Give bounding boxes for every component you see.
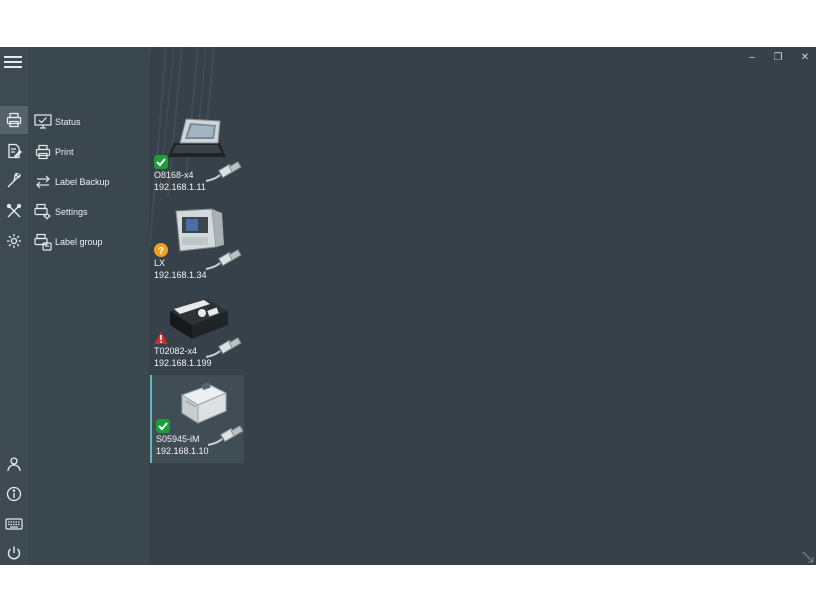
device-ip: 192.168.1.10: [156, 446, 209, 456]
user-icon: [7, 457, 21, 472]
rail-label-edit-button[interactable]: [0, 137, 28, 165]
ethernet-cable-image: [206, 249, 242, 270]
info-icon: [6, 486, 22, 502]
ethernet-cable-image: [206, 337, 242, 358]
device-tile-s05945[interactable]: S05945-iM 192.168.1.10: [150, 375, 244, 463]
svg-text:?: ?: [158, 246, 164, 257]
rail-tools-button[interactable]: [0, 197, 28, 225]
rail-wrench-button[interactable]: [0, 167, 28, 195]
printer-icon: [6, 112, 22, 128]
menu-item-label: Print: [55, 147, 74, 157]
device-ip: 192.168.1.11: [154, 182, 206, 192]
device-name: O8168-x4: [154, 170, 194, 180]
device-name: T02082-x4: [154, 346, 198, 356]
printer-gear-icon: [34, 203, 52, 221]
printer-icon: [34, 143, 52, 161]
menu-item-label: Status: [55, 117, 81, 127]
ethernet-cable-image: [206, 161, 242, 182]
menu-item-label-backup[interactable]: Label Backup: [34, 171, 110, 193]
menu-item-status[interactable]: Status: [34, 111, 81, 133]
app-window: Status Print Label Backup Settings Label…: [0, 47, 816, 565]
menu-item-print[interactable]: Print: [34, 141, 74, 163]
wrench-icon: [7, 173, 21, 188]
device-ip: 192.168.1.199: [154, 358, 212, 368]
resize-grip-icon[interactable]: [802, 551, 814, 563]
menu-item-label-group[interactable]: Label group: [34, 231, 103, 253]
arrows-swap-icon: [34, 173, 52, 191]
status-unknown-icon: ?: [154, 243, 168, 257]
rail-power-button[interactable]: [0, 539, 28, 565]
label-edit-icon: [8, 143, 22, 159]
rail-user-button[interactable]: [0, 450, 28, 478]
minimize-button[interactable]: –: [744, 51, 760, 65]
rail-keyboard-button[interactable]: [0, 510, 28, 538]
close-button[interactable]: ✕: [797, 51, 813, 65]
tools-icon: [6, 203, 22, 218]
device-name: LX: [154, 258, 166, 268]
printer-group-icon: [34, 233, 52, 251]
rail-settings-button[interactable]: [0, 227, 28, 255]
rail-info-button[interactable]: [0, 480, 28, 508]
power-icon: [7, 546, 21, 560]
keyboard-icon: [5, 518, 23, 530]
device-tile-o8168[interactable]: O8168-x4 192.168.1.11: [150, 111, 242, 199]
controller-box-image: [170, 299, 228, 339]
device-tile-t02082[interactable]: T02082-x4 192.168.1.199: [150, 287, 242, 375]
device-tile-lx[interactable]: ? LX 192.168.1.34: [150, 199, 242, 287]
print-engine-image: [175, 208, 224, 252]
rail-printer-button[interactable]: [0, 106, 28, 134]
menu-item-label: Label Backup: [55, 177, 110, 187]
restore-button[interactable]: ❐: [770, 51, 786, 65]
status-ok-icon: [154, 155, 168, 169]
printer-terminal-image: [168, 118, 226, 157]
menu-item-label: Settings: [55, 207, 88, 217]
print-module-image: [180, 381, 228, 424]
ethernet-cable-image: [208, 425, 244, 446]
device-name: S05945-iM: [156, 434, 200, 444]
status-error-icon: [154, 331, 168, 344]
device-ip: 192.168.1.34: [154, 270, 207, 280]
menu-item-settings[interactable]: Settings: [34, 201, 88, 223]
hamburger-menu-icon[interactable]: [4, 54, 22, 70]
gear-icon: [7, 234, 21, 248]
menu-item-label: Label group: [55, 237, 103, 247]
monitor-check-icon: [34, 113, 52, 131]
status-ok-icon: [156, 419, 170, 433]
